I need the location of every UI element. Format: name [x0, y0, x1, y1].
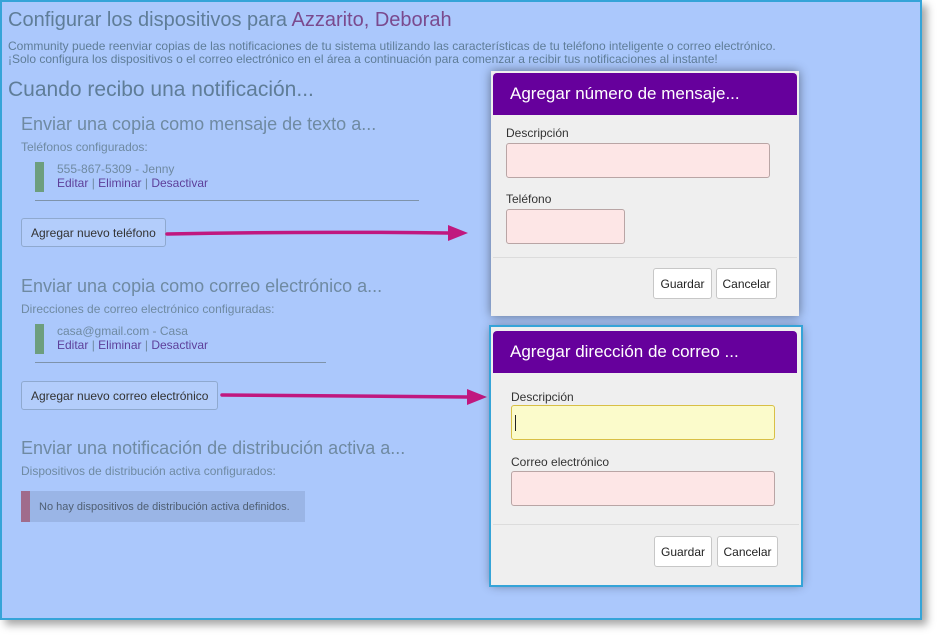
email-cancel-button[interactable]: Cancelar	[717, 536, 778, 567]
sms-entry-marker	[35, 162, 44, 192]
sms-disable-link[interactable]: Desactivar	[151, 176, 208, 190]
email-save-button[interactable]: Guardar	[654, 536, 712, 567]
push-subheading: Dispositivos de distribución activa conf…	[21, 464, 276, 478]
email-heading: Enviar una copia como correo electrónico…	[21, 276, 383, 296]
page-title: Configurar los dispositivos para Azzarit…	[8, 9, 452, 31]
email-delete-link[interactable]: Eliminar	[98, 338, 141, 352]
user-name: Azzarito, Deborah	[291, 9, 452, 31]
phone-description-label: Descripción	[506, 126, 569, 140]
add-email-dialog-title: Agregar dirección de correo ...	[493, 331, 797, 373]
email-disable-link[interactable]: Desactivar	[151, 338, 208, 352]
phone-number-label: Teléfono	[506, 192, 552, 206]
sms-entry: 555-867-5309 - Jenny	[57, 162, 175, 176]
push-empty-marker	[21, 491, 30, 522]
email-entry: casa@gmail.com - Casa	[57, 324, 188, 338]
sms-divider	[35, 200, 419, 201]
phone-save-button[interactable]: Guardar	[653, 268, 712, 299]
main-heading: Cuando recibo una notificación...	[8, 78, 314, 101]
arrow-head	[448, 225, 468, 241]
sms-edit-link[interactable]: Editar	[57, 176, 88, 190]
add-phone-button[interactable]: Agregar nuevo teléfono	[21, 218, 166, 247]
sms-subheading: Teléfonos configurados:	[21, 140, 148, 154]
phone-description-input[interactable]	[506, 143, 770, 178]
sms-heading: Enviar una copia como mensaje de texto a…	[21, 114, 377, 134]
email-entry-actions: Editar | Eliminar | Desactivar	[57, 338, 209, 352]
phone-number-input[interactable]	[506, 209, 625, 244]
email-subheading: Direcciones de correo electrónico config…	[21, 302, 275, 316]
add-phone-dialog-title: Agregar número de mensaje...	[493, 73, 797, 115]
email-description-input[interactable]	[511, 405, 775, 440]
intro-text: Community puede reenviar copias de las n…	[8, 39, 776, 66]
arrow-line	[220, 393, 469, 399]
add-email-button[interactable]: Agregar nuevo correo electrónico	[21, 381, 219, 410]
arrow-head	[467, 389, 487, 405]
text-caret	[515, 415, 516, 431]
phone-cancel-button[interactable]: Cancelar	[716, 268, 777, 299]
sms-entry-actions: Editar | Eliminar | Desactivar	[57, 176, 209, 190]
push-empty-notice: No hay dispositivos de distribución acti…	[21, 491, 305, 522]
email-address-label: Correo electrónico	[511, 455, 610, 469]
push-heading: Enviar una notificación de distribución …	[21, 438, 406, 458]
email-address-input[interactable]	[511, 471, 775, 506]
dialog-divider	[493, 524, 799, 525]
arrow-line	[165, 230, 450, 236]
sms-delete-link[interactable]: Eliminar	[98, 176, 141, 190]
add-phone-dialog: Agregar número de mensaje... Descripción…	[491, 71, 799, 316]
email-edit-link[interactable]: Editar	[57, 338, 88, 352]
arrow-to-phone-dialog	[165, 225, 468, 241]
email-description-label: Descripción	[511, 390, 574, 404]
dialog-divider	[493, 257, 797, 258]
arrow-to-email-dialog	[220, 389, 487, 405]
add-email-dialog: Agregar dirección de correo ... Descripc…	[489, 325, 803, 587]
email-divider	[35, 362, 326, 363]
email-entry-marker	[35, 324, 44, 354]
